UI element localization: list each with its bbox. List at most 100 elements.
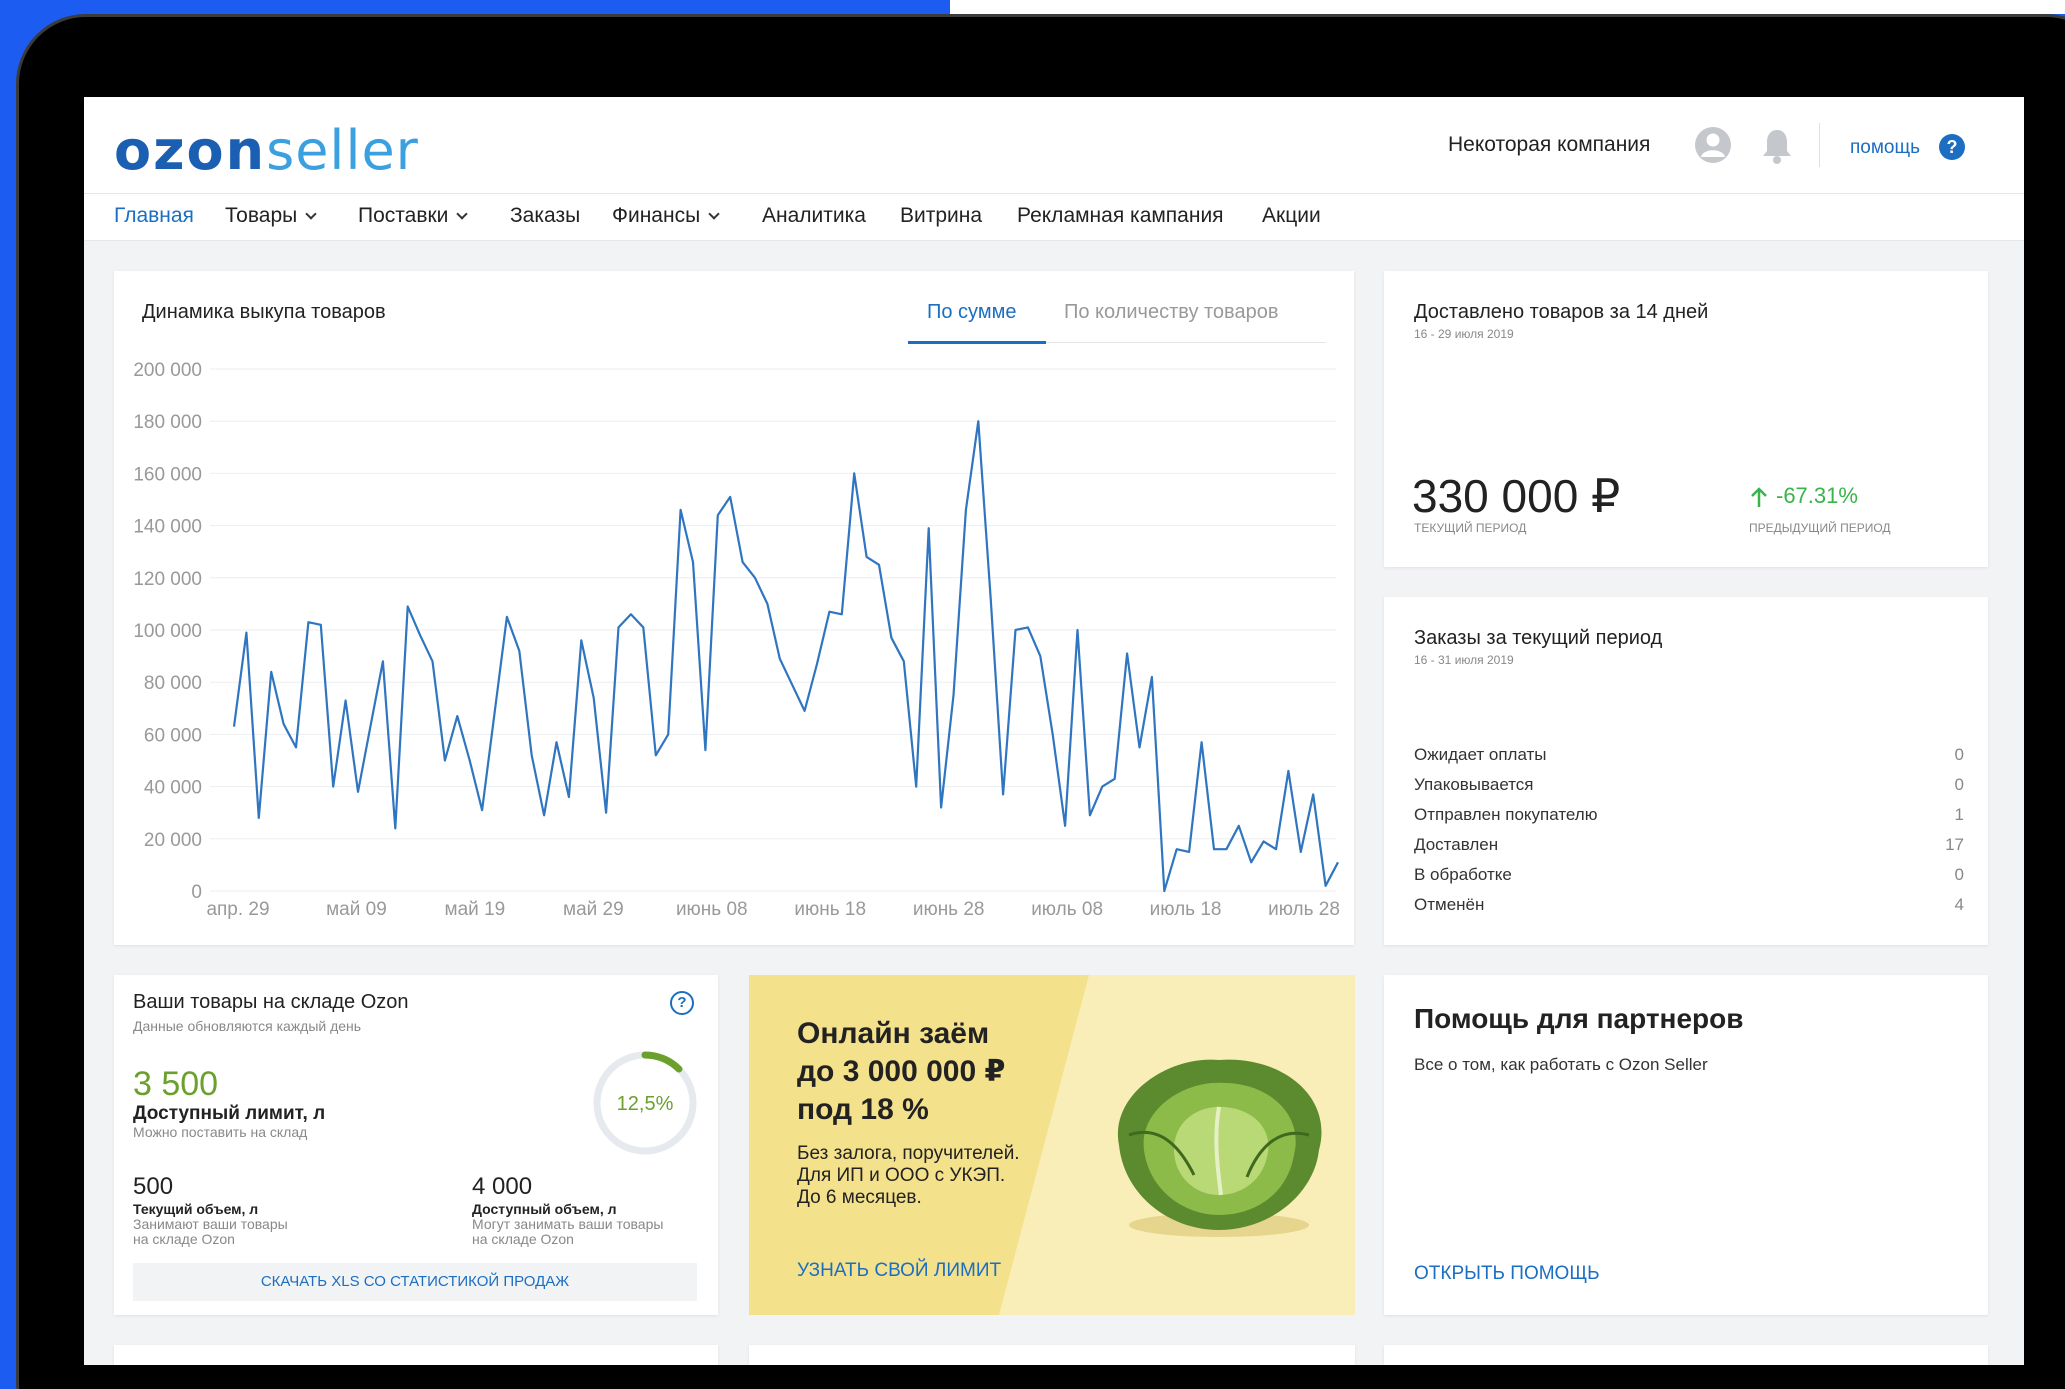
bottom-card-1: [114, 1345, 718, 1365]
bottom-card-3: [1384, 1345, 1988, 1365]
status-value: 0: [1954, 865, 1964, 884]
main-nav: Главная Товары Поставки Заказы Финансы А…: [84, 193, 2024, 241]
logo-ozon: ozon: [114, 119, 267, 182]
nav-label: Финансы: [612, 204, 701, 227]
order-status-row[interactable]: Отменён 4: [1414, 895, 1964, 925]
nav-label: Аналитика: [762, 204, 866, 227]
company-name[interactable]: Некоторая компания: [1448, 133, 1650, 157]
status-value: 17: [1945, 835, 1964, 854]
warehouse-help-icon[interactable]: ?: [670, 991, 694, 1015]
warehouse-subtitle: Данные обновляются каждый день: [133, 1018, 362, 1034]
nav-label: Витрина: [900, 204, 983, 227]
background-corner: [950, 0, 2065, 14]
available-limit-sub: Можно поставить на склад: [133, 1124, 308, 1140]
user-avatar-icon[interactable]: [1694, 126, 1732, 164]
status-label: Отправлен покупателю: [1414, 805, 1598, 824]
status-label: В обработке: [1414, 865, 1512, 884]
y-tick-label: 120 000: [133, 569, 202, 590]
help-question-icon[interactable]: ?: [1939, 134, 1965, 160]
header-divider: [1819, 123, 1820, 167]
available-limit-value: 3 500: [133, 1065, 219, 1103]
nav-label: Товары: [225, 204, 298, 227]
chevron-down-icon: [708, 208, 720, 220]
orders-period: 16 - 31 июля 2019: [1414, 653, 1514, 667]
banner-title: Онлайн заём до 3 000 000 ₽ под 18 %: [797, 1015, 1005, 1129]
status-label: Доставлен: [1414, 835, 1499, 854]
y-tick-label: 0: [191, 882, 202, 903]
current-volume-label: Текущий объем, л: [133, 1201, 259, 1217]
y-tick-label: 140 000: [133, 517, 202, 538]
app-screen: ozonseller Некоторая компания помощь ? Г…: [84, 97, 2024, 1365]
nav-item-home[interactable]: Главная: [114, 204, 194, 228]
partner-help-card: Помощь для партнеров Все о том, как рабо…: [1384, 975, 1988, 1315]
x-tick-label: май 09: [326, 899, 387, 920]
current-volume-value: 500: [133, 1173, 174, 1200]
nav-item-showcase[interactable]: Витрина: [900, 204, 982, 228]
delivered-card: Доставлено товаров за 14 дней 16 - 29 ию…: [1384, 271, 1988, 567]
warehouse-title: Ваши товары на складе Ozon: [133, 991, 409, 1013]
nav-label: Акции: [1262, 204, 1321, 227]
banner-text: Без залога, поручителей. Для ИП и ООО с …: [797, 1143, 1020, 1209]
ozon-seller-logo[interactable]: ozonseller: [114, 119, 419, 182]
partner-help-title: Помощь для партнеров: [1414, 1003, 1744, 1034]
bell-icon[interactable]: [1760, 127, 1794, 165]
nav-item-ad-campaign[interactable]: Рекламная кампания: [1017, 204, 1224, 228]
order-status-row[interactable]: Доставлен 17: [1414, 835, 1964, 865]
x-tick-label: июнь 18: [794, 899, 866, 920]
nav-item-products[interactable]: Товары: [225, 204, 317, 228]
x-tick-label: июль 18: [1150, 899, 1222, 920]
status-value: 0: [1954, 745, 1964, 764]
banner-text-line: До 6 месяцев.: [797, 1187, 922, 1208]
delivered-period: 16 - 29 июля 2019: [1414, 327, 1514, 341]
delivered-amount-label: текущий период: [1414, 521, 1527, 535]
sales-line-chart: 0 20 000 40 000 60 000 80 000 100 000 120 000 1…: [133, 360, 1340, 920]
y-tick-label: 80 000: [144, 673, 202, 694]
y-tick-label: 160 000: [133, 464, 202, 485]
sales-series-line: [232, 420, 1339, 893]
warehouse-fill-ring: 12,5%: [593, 1051, 697, 1155]
nav-item-finance[interactable]: Финансы: [612, 204, 720, 228]
status-value: 1: [1954, 805, 1964, 824]
nav-item-promotions[interactable]: Акции: [1262, 204, 1321, 228]
help-link[interactable]: помощь: [1850, 137, 1920, 159]
nav-item-supplies[interactable]: Поставки: [358, 204, 469, 228]
x-tick-label: май 29: [563, 899, 624, 920]
x-tick-label: июнь 08: [676, 899, 748, 920]
banner-title-line: до 3 000 000 ₽: [797, 1055, 1006, 1088]
chevron-down-icon: [305, 208, 317, 220]
status-value: 4: [1954, 895, 1964, 914]
available-volume-label: Доступный объем, л: [472, 1201, 617, 1217]
nav-label: Заказы: [510, 204, 581, 227]
order-status-row[interactable]: В обработке 0: [1414, 865, 1964, 895]
current-volume-sub-1: Занимают ваши товары: [133, 1216, 288, 1232]
download-xls-button[interactable]: Скачать XLS со статистикой продаж: [133, 1263, 697, 1301]
banner-text-line: Без залога, поручителей.: [797, 1143, 1020, 1164]
nav-item-orders[interactable]: Заказы: [510, 204, 580, 228]
order-status-row[interactable]: Ожидает оплаты 0: [1414, 745, 1964, 775]
status-label: Отменён: [1414, 895, 1485, 914]
open-help-link[interactable]: Открыть помощь: [1414, 1263, 1600, 1285]
status-label: Ожидает оплаты: [1414, 745, 1547, 764]
y-tick-label: 180 000: [133, 412, 202, 433]
banner-text-line: Для ИП и ООО с УКЭП.: [797, 1165, 1006, 1186]
ring-progress-arc: [641, 1051, 683, 1073]
loan-banner[interactable]: Онлайн заём до 3 000 000 ₽ под 18 % Без …: [749, 975, 1355, 1315]
x-tick-label: июль 28: [1268, 899, 1340, 920]
y-tick-label: 100 000: [133, 621, 202, 642]
delivered-title: Доставлено товаров за 14 дней: [1414, 301, 1709, 323]
available-limit-label: Доступный лимит, л: [133, 1103, 326, 1124]
nav-label: Главная: [114, 204, 194, 227]
orders-title: Заказы за текущий период: [1414, 627, 1663, 649]
order-status-row[interactable]: Упаковывается 0: [1414, 775, 1964, 805]
delivered-amount: 330 000 ₽: [1412, 470, 1621, 522]
partner-help-subtitle: Все о том, как работать с Ozon Seller: [1414, 1055, 1708, 1074]
delivered-delta: -67.31%: [1776, 483, 1858, 508]
bottom-card-2: [749, 1345, 1355, 1365]
check-limit-link[interactable]: Узнать свой лимит: [797, 1260, 1001, 1282]
nav-item-analytics[interactable]: Аналитика: [762, 204, 866, 228]
available-volume-sub-2: на складе Ozon: [472, 1231, 574, 1247]
status-label: Упаковывается: [1414, 775, 1534, 794]
status-value: 0: [1954, 775, 1964, 794]
x-tick-label: июнь 28: [913, 899, 985, 920]
order-status-row[interactable]: Отправлен покупателю 1: [1414, 805, 1964, 835]
